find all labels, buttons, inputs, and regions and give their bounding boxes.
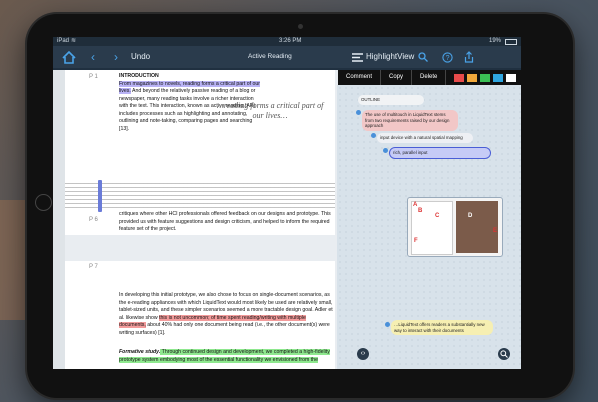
paragraph[interactable]: Formative study. Through continued desig… [119,349,333,364]
share-icon[interactable] [463,49,475,65]
back-arrow-icon[interactable]: ‹ [88,49,98,65]
search-icon[interactable] [417,49,429,65]
thumbnail-letter: D [468,213,473,219]
toolbar: ‹ › Undo Active Reading HighlightView ? [53,46,521,68]
app-screen: iPad ≋ 3:26 PM 19% ‹ › Undo Active Readi… [53,37,521,369]
forward-arrow-icon[interactable]: › [111,49,121,65]
page-label: P 1 [89,74,98,80]
thumbnail-letter: A [413,202,418,208]
delete-button[interactable]: Delete [412,70,447,85]
paragraph[interactable]: critiques where other HCI professionals … [119,211,333,234]
page-label: P 7 [89,264,98,270]
thumbnail-letter: B [418,208,423,214]
zoom-icon[interactable] [498,348,510,360]
svg-text:?: ? [445,55,449,62]
excerpt-note[interactable]: The use of multitouch in LiquidText stem… [362,110,458,131]
help-icon[interactable]: ? [441,49,453,65]
anchor-dot[interactable] [371,133,376,138]
thumbnail-letter: C [435,213,440,219]
color-swatch-orange[interactable] [467,73,478,82]
outline-label[interactable]: OUTLINE [358,95,424,105]
excerpt-note-selected[interactable]: rich, parallel input [389,147,491,159]
document-title: Active Reading [248,53,292,60]
color-swatch-white[interactable] [506,73,517,82]
excerpt-note[interactable]: …LiquidText offers readers a substantial… [391,320,493,335]
battery-icon [505,39,517,45]
paragraph[interactable]: In developing this initial prototype, we… [119,292,333,337]
comment-button[interactable]: Comment [338,70,382,85]
paragraph-text: about 40% had only one document being re… [119,322,330,336]
color-swatch-blue[interactable] [493,73,504,82]
collapsed-text-region[interactable] [65,180,335,210]
thumbnail-photo [456,201,498,253]
excerpt-quote[interactable]: …reading forms a critical part of our li… [215,101,325,121]
clock: 3:26 PM [279,38,302,44]
home-icon[interactable] [61,49,77,65]
highlight-view-icon[interactable] [351,49,363,65]
thumbnail-letter: F [414,238,418,244]
selection-menu: Comment Copy Delete [338,70,521,85]
home-button[interactable] [35,194,52,211]
page-separator [65,235,335,261]
carrier-label: iPad [57,38,70,44]
wifi-icon: ≋ [71,38,77,44]
battery-level: 19% [489,38,502,44]
document-thumbnail[interactable]: A B C D E F [407,197,503,257]
anchor-dot[interactable] [385,322,390,327]
section-heading: INTRODUCTION [119,73,159,79]
color-swatch-green[interactable] [480,73,491,82]
anchor-dot[interactable] [356,110,361,115]
anchor-dot[interactable] [383,148,388,153]
highlight-view-button[interactable]: HighlightView [366,46,414,68]
run-in-heading: Formative study. [119,349,161,355]
collapse-toggle-icon[interactable]: ‹› [357,348,369,360]
thumbnail-letter: E [493,228,498,234]
page-label: P 6 [89,217,98,223]
collapse-handle[interactable] [98,180,102,212]
excerpt-note[interactable]: input device with a natural spatial mapp… [377,133,473,143]
document-gutter [53,70,65,369]
camera [298,24,303,29]
copy-button[interactable]: Copy [381,70,413,85]
undo-button[interactable]: Undo [131,46,150,68]
status-bar: iPad ≋ 3:26 PM 19% [53,37,521,46]
color-swatch-red[interactable] [454,73,465,82]
